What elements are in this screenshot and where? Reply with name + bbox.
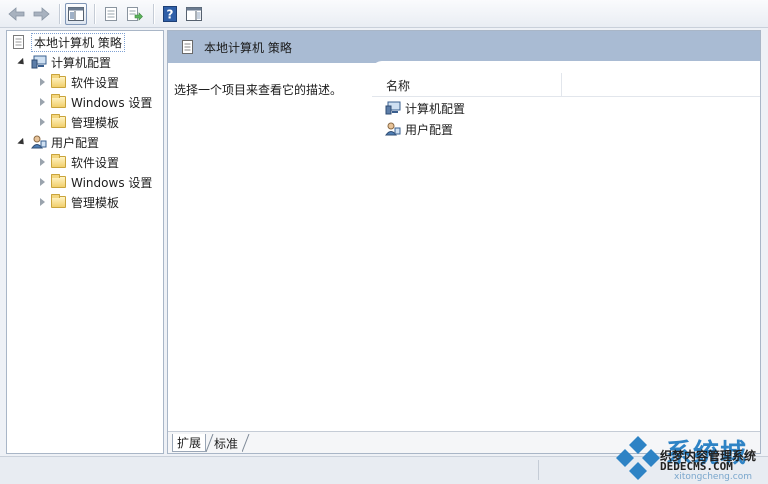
- tree-item-label: Windows 设置: [71, 95, 153, 110]
- collapsed-triangle-icon[interactable]: [37, 77, 47, 87]
- tree-item-label: Windows 设置: [71, 175, 153, 190]
- tree-item-local-computer-policy[interactable]: 本地计算机 策略: [11, 32, 125, 52]
- expanded-triangle-icon[interactable]: [17, 57, 27, 67]
- tree-item-user-config[interactable]: 用户配置: [17, 133, 99, 151]
- toolbar-separator: [59, 3, 60, 24]
- collapsed-triangle-icon[interactable]: [37, 177, 47, 187]
- user-config-icon: [385, 122, 401, 136]
- collapsed-triangle-icon[interactable]: [37, 157, 47, 167]
- watermark: 系统城 织梦内容管理系统 DEDECMS.COM xitongcheng.com: [612, 430, 768, 484]
- items-list[interactable]: 名称 计算机配置 用户配置: [372, 61, 760, 433]
- list-item-computer-config[interactable]: 计算机配置: [385, 99, 465, 117]
- details-title: 本地计算机 策略: [204, 40, 292, 55]
- export-list-icon: [127, 6, 143, 21]
- folder-icon: [51, 154, 66, 168]
- policy-document-icon: [13, 35, 24, 49]
- toolbar: ?: [0, 0, 768, 28]
- help-button[interactable]: ?: [159, 3, 181, 25]
- computer-config-icon: [385, 101, 401, 115]
- list-column-header: 名称: [372, 73, 760, 97]
- tree-item-computer-software-settings[interactable]: 软件设置: [37, 73, 119, 91]
- folder-icon: [51, 94, 66, 108]
- tree-item-label: 软件设置: [71, 75, 120, 90]
- show-hide-tree-button[interactable]: [65, 2, 87, 25]
- list-item-label: 计算机配置: [405, 101, 466, 116]
- back-button[interactable]: [6, 3, 28, 25]
- toolbar-separator: [153, 3, 154, 24]
- user-config-icon: [31, 135, 47, 149]
- policy-document-icon: [182, 40, 193, 54]
- show-hide-action-pane-icon: [186, 6, 202, 21]
- status-divider: [538, 460, 539, 480]
- navigation-tree[interactable]: 本地计算机 策略 计算机配置 软件设置 Windows 设置 管理模板 用户配置: [6, 30, 164, 454]
- properties-button[interactable]: [100, 3, 122, 25]
- export-list-button[interactable]: [124, 3, 146, 25]
- tree-item-user-software-settings[interactable]: 软件设置: [37, 153, 119, 171]
- tab-separator: [242, 434, 250, 452]
- tree-item-label: 管理模板: [71, 195, 120, 210]
- computer-config-icon: [31, 55, 47, 69]
- column-header-name[interactable]: 名称: [386, 77, 410, 94]
- collapsed-triangle-icon[interactable]: [37, 97, 47, 107]
- collapsed-triangle-icon[interactable]: [37, 197, 47, 207]
- tree-item-label: 管理模板: [71, 115, 120, 130]
- tree-item-computer-admin-templates[interactable]: 管理模板: [37, 113, 119, 131]
- forward-button[interactable]: [30, 3, 52, 25]
- windows-logo-watermark-icon: [616, 436, 660, 480]
- tab-standard-label: 标准: [214, 436, 239, 451]
- properties-icon: [105, 6, 117, 21]
- svg-text:?: ?: [167, 7, 174, 21]
- tree-item-label: 软件设置: [71, 155, 120, 170]
- help-icon: ?: [163, 5, 177, 22]
- folder-icon: [51, 74, 66, 88]
- list-item-user-config[interactable]: 用户配置: [385, 120, 453, 138]
- tree-item-label: 计算机配置: [51, 55, 112, 70]
- watermark-small-url: xitongcheng.com: [674, 472, 752, 482]
- tree-item-label: 用户配置: [51, 135, 100, 150]
- tree-item-label: 本地计算机 策略: [31, 32, 125, 52]
- tree-item-computer-windows-settings[interactable]: Windows 设置: [37, 93, 152, 111]
- tree-item-computer-config[interactable]: 计算机配置: [17, 53, 111, 71]
- toolbar-separator: [94, 3, 95, 24]
- show-hide-tree-icon: [68, 6, 84, 21]
- description-text: 选择一个项目来查看它的描述。: [174, 83, 343, 97]
- show-hide-action-pane-button[interactable]: [183, 3, 205, 25]
- details-header: 本地计算机 策略: [168, 31, 760, 63]
- forward-arrow-icon: [33, 6, 50, 21]
- folder-icon: [51, 174, 66, 188]
- tree-item-user-windows-settings[interactable]: Windows 设置: [37, 173, 152, 191]
- expanded-triangle-icon[interactable]: [17, 137, 27, 147]
- column-divider[interactable]: [561, 73, 562, 96]
- back-arrow-icon: [8, 6, 25, 21]
- folder-icon: [51, 194, 66, 208]
- details-pane: 本地计算机 策略 选择一个项目来查看它的描述。 名称 计算机配置 用户配置 扩展…: [167, 30, 761, 454]
- folder-icon: [51, 114, 66, 128]
- tree-item-user-admin-templates[interactable]: 管理模板: [37, 193, 119, 211]
- collapsed-triangle-icon[interactable]: [37, 117, 47, 127]
- list-item-label: 用户配置: [405, 122, 454, 137]
- tab-standard[interactable]: 标准: [210, 434, 242, 452]
- tab-extended-label: 扩展: [177, 436, 202, 450]
- tab-extended[interactable]: 扩展: [172, 434, 207, 452]
